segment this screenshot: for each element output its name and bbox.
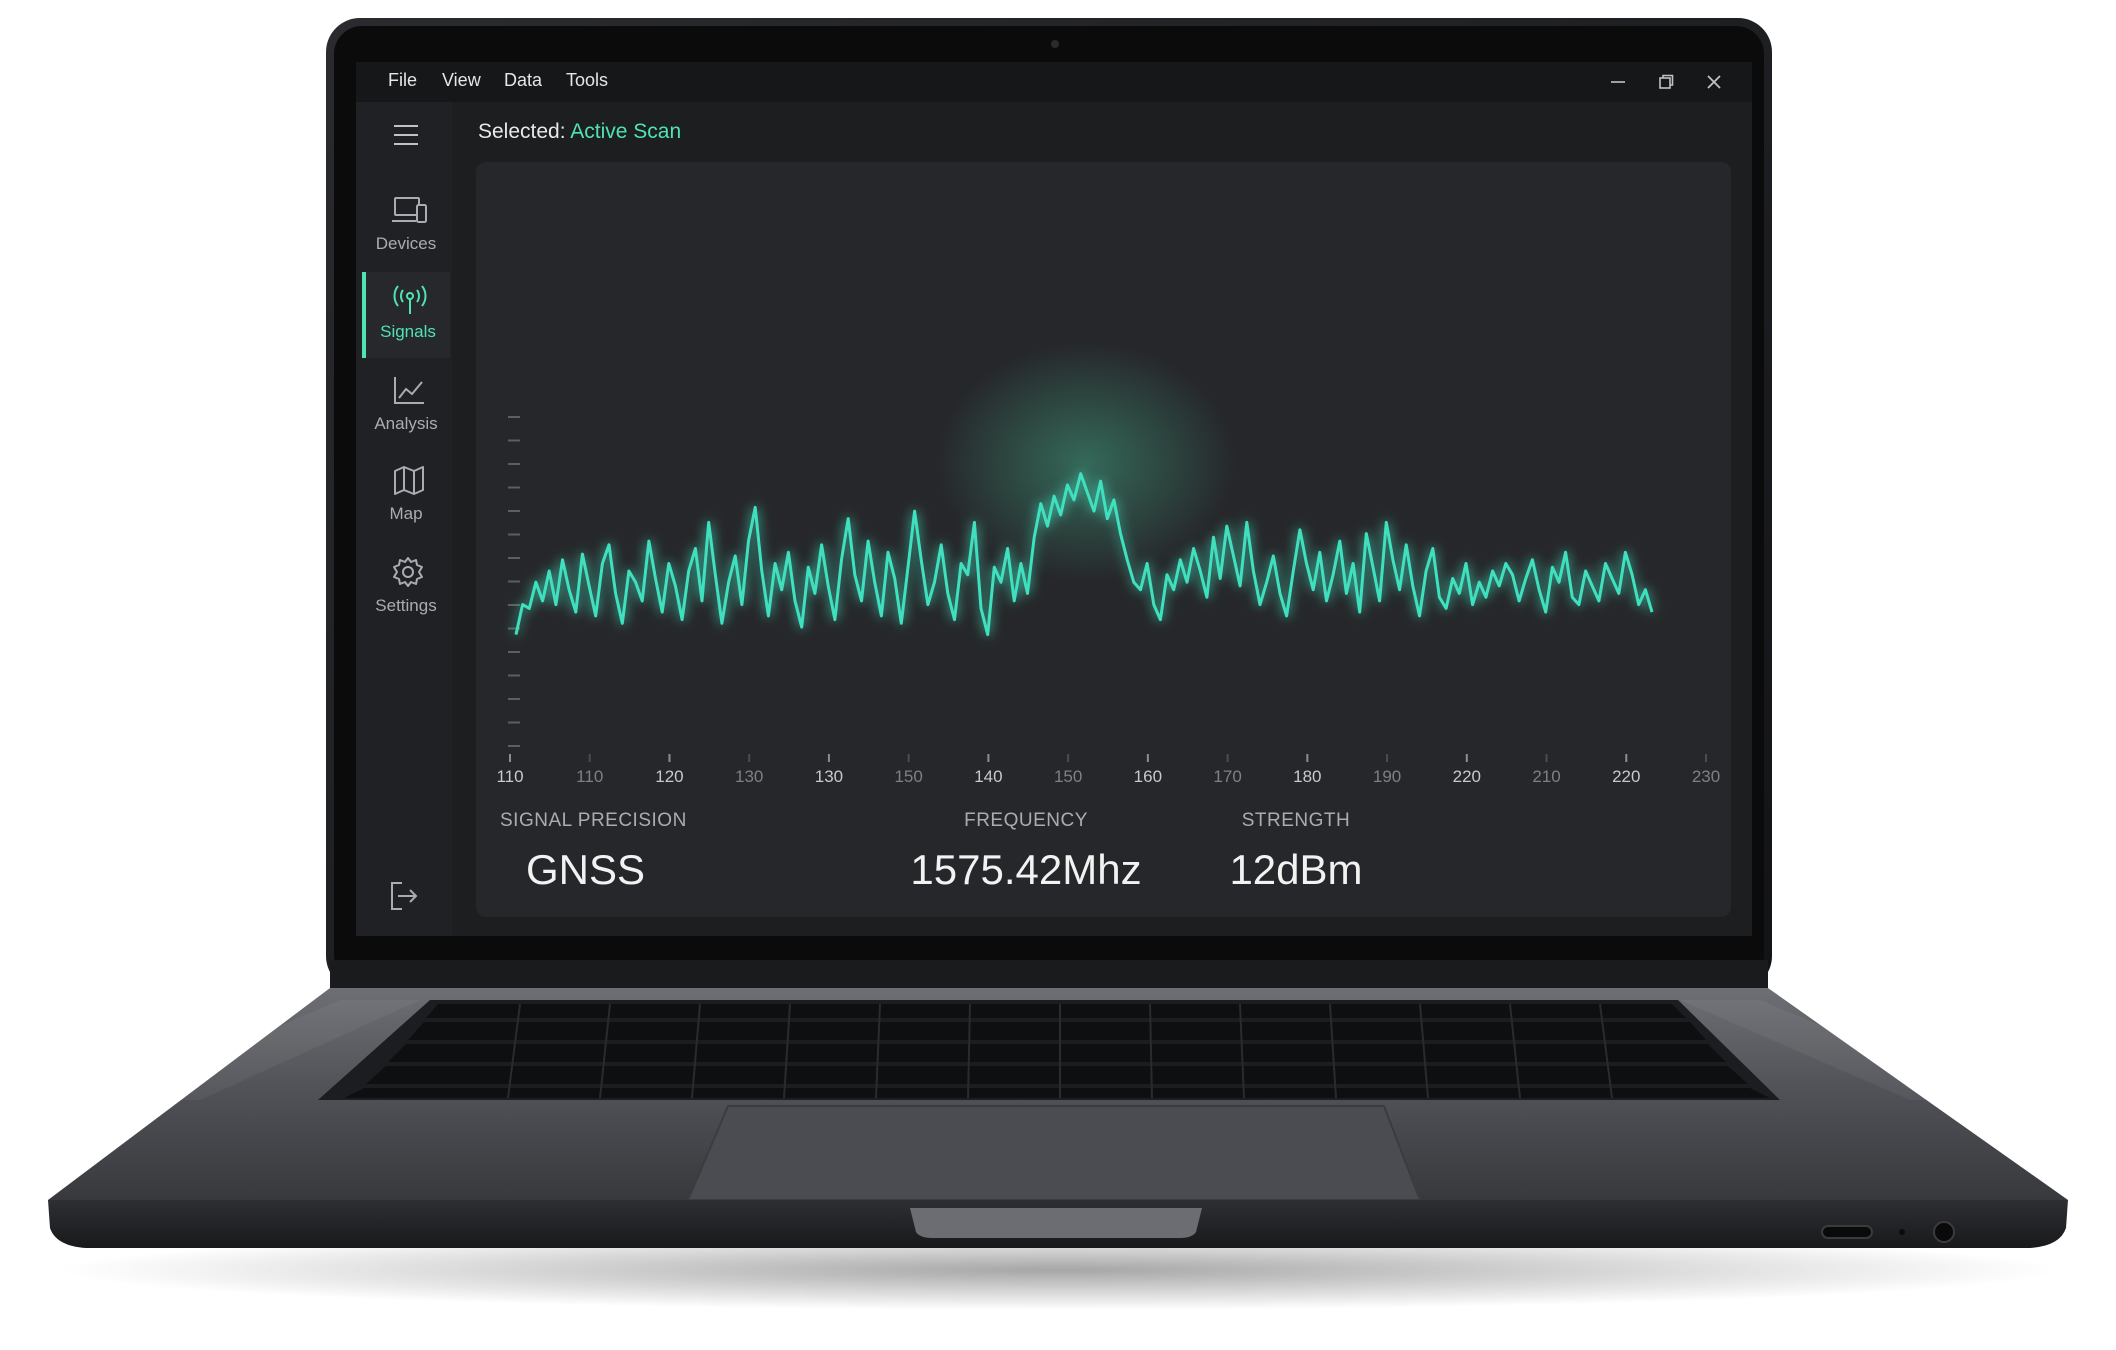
x-tick-label: 130 (735, 767, 763, 782)
stat-value: 1575.42Mhz (910, 846, 1142, 893)
sidebar-item-label: Settings (375, 596, 437, 615)
x-tick-label: 120 (655, 767, 683, 782)
hamburger-icon (394, 125, 418, 145)
sidebar-item-label: Devices (375, 234, 437, 253)
close-icon (1707, 75, 1721, 89)
selected-indicator: Selected: Active Scan (478, 120, 681, 144)
x-tick-label: 150 (1054, 767, 1082, 782)
x-tick-label: 220 (1612, 767, 1640, 782)
stat-label: STRENGTH (1241, 810, 1351, 831)
sidebar: Devices Signals Analysis Map Settings (356, 102, 452, 936)
stat-label: FREQUENCY (964, 810, 1088, 831)
hamburger-menu-button[interactable] (394, 124, 418, 146)
app-window: File View Data Tools Devices Signals Ana… (356, 62, 1752, 936)
sidebar-item-label: Map (389, 504, 423, 523)
x-tick-label: 110 (496, 767, 523, 782)
devices-icon (392, 197, 427, 223)
sidebar-item-analysis[interactable]: Analysis (362, 364, 450, 450)
stat-frequency: FREQUENCY 1575.42Mhz (886, 810, 1166, 894)
restore-button[interactable] (1646, 68, 1686, 96)
signal-chart: 110 110 120 130 130 150 140 150 160 170 180 190 220 2… (496, 342, 1720, 782)
x-tick-label: 220 (1453, 767, 1481, 782)
minimize-button[interactable] (1598, 68, 1638, 96)
x-tick-label: 170 (1213, 767, 1241, 782)
sidebar-item-label: Signals (380, 322, 436, 341)
line-chart-icon (394, 377, 424, 404)
x-tick-label: 180 (1293, 767, 1321, 782)
signal-panel: 110 110 120 130 130 150 140 150 160 170 180 190 220 2… (476, 162, 1731, 917)
stat-strength: STRENGTH 12dBm (1196, 810, 1396, 894)
sidebar-item-label: Analysis (374, 414, 438, 433)
restore-icon (1659, 74, 1674, 89)
map-icon (394, 466, 424, 495)
sidebar-item-devices[interactable]: Devices (362, 184, 450, 270)
stat-signal-precision: SIGNAL PRECISION GNSS (500, 810, 687, 894)
stat-label: SIGNAL PRECISION (500, 810, 687, 831)
menu-bar: File View Data Tools (356, 62, 1752, 102)
x-tick-label: 130 (815, 767, 843, 782)
logout-button[interactable] (388, 880, 420, 912)
x-tick-label: 110 (576, 767, 603, 782)
stat-value: 12dBm (1229, 846, 1363, 893)
menu-data[interactable]: Data (504, 70, 542, 91)
sidebar-item-map[interactable]: Map (362, 454, 450, 540)
menu-view[interactable]: View (442, 70, 481, 91)
minimize-icon (1611, 81, 1625, 83)
stat-value: GNSS (526, 846, 646, 893)
gear-icon (393, 557, 423, 587)
x-tick-label: 210 (1532, 767, 1560, 782)
selected-label: Selected: (478, 120, 566, 143)
antenna-icon (393, 285, 427, 314)
close-button[interactable] (1694, 68, 1734, 96)
menu-file[interactable]: File (388, 70, 417, 91)
menu-tools[interactable]: Tools (566, 70, 608, 91)
x-tick-label: 150 (894, 767, 922, 782)
x-tick-label: 190 (1373, 767, 1401, 782)
logout-icon (391, 882, 418, 910)
x-tick-label: 230 (1692, 767, 1720, 782)
selected-value[interactable]: Active Scan (570, 120, 681, 143)
x-tick-label: 140 (974, 767, 1002, 782)
sidebar-item-signals[interactable]: Signals (362, 272, 450, 358)
sidebar-item-settings[interactable]: Settings (362, 546, 450, 632)
x-tick-label: 160 (1134, 767, 1162, 782)
